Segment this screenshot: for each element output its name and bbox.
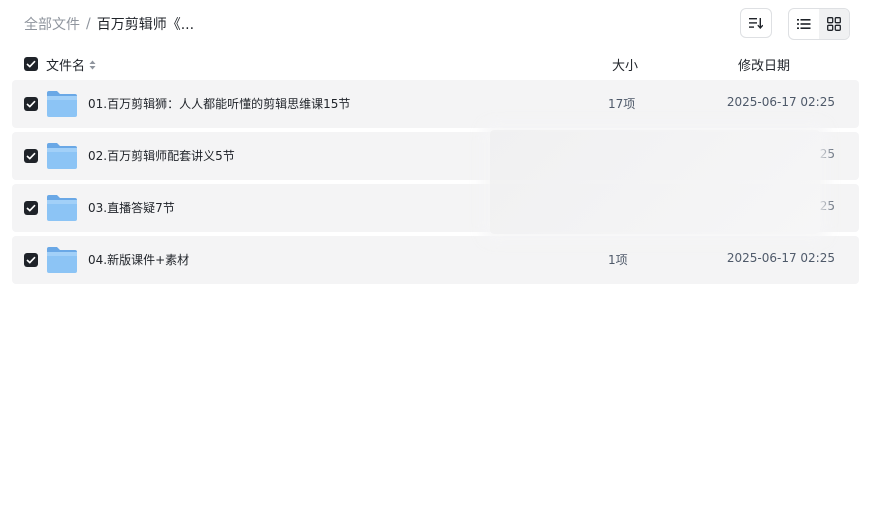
file-date: 2025-06-17 02:25 xyxy=(726,251,835,265)
view-toggle xyxy=(788,8,850,40)
file-date: 2025-06-17 02:25 xyxy=(726,95,835,109)
breadcrumb-root[interactable]: 全部文件 xyxy=(24,14,80,34)
check-icon xyxy=(26,152,36,160)
file-size: 17项 xyxy=(608,97,636,111)
sort-icon xyxy=(749,18,763,29)
file-row[interactable]: 01.百万剪辑狮：人人都能听懂的剪辑思维课15节 17项 2025-06-17 … xyxy=(12,80,859,128)
list-view-icon xyxy=(797,19,811,29)
file-date: 25 xyxy=(819,147,835,161)
row-checkbox[interactable] xyxy=(24,201,38,215)
file-size: 1项 xyxy=(608,253,628,267)
file-browser: 全部文件 / 百万剪辑师《... 文件名 大小 修改日期 01.百万剪辑狮：人人… xyxy=(0,0,874,514)
loading-overlay xyxy=(490,130,820,234)
file-name[interactable]: 03.直播答疑7节 xyxy=(88,199,175,216)
column-date-header[interactable]: 修改日期 xyxy=(738,55,790,74)
check-icon xyxy=(26,100,36,108)
folder-icon xyxy=(47,91,77,117)
check-icon xyxy=(26,60,36,68)
sort-button[interactable] xyxy=(740,8,772,38)
select-all-checkbox[interactable] xyxy=(24,57,38,71)
breadcrumb-separator: / xyxy=(86,16,91,32)
folder-icon xyxy=(47,247,77,273)
folder-icon xyxy=(47,195,77,221)
column-header: 文件名 大小 修改日期 xyxy=(12,52,859,76)
folder-icon xyxy=(47,143,77,169)
file-name[interactable]: 01.百万剪辑狮：人人都能听懂的剪辑思维课15节 xyxy=(88,95,350,112)
sort-arrows-icon xyxy=(89,60,96,70)
file-date: 25 xyxy=(819,199,835,213)
breadcrumb: 全部文件 / 百万剪辑师《... xyxy=(24,14,194,34)
file-name[interactable]: 04.新版课件+素材 xyxy=(88,251,189,268)
row-checkbox[interactable] xyxy=(24,149,38,163)
file-name[interactable]: 02.百万剪辑师配套讲义5节 xyxy=(88,147,235,164)
row-checkbox[interactable] xyxy=(24,253,38,267)
breadcrumb-current: 百万剪辑师《... xyxy=(96,17,195,33)
column-size-header[interactable]: 大小 xyxy=(612,55,638,74)
list-view-button[interactable] xyxy=(789,9,819,39)
check-icon xyxy=(26,256,36,264)
grid-view-button[interactable] xyxy=(819,9,849,39)
row-checkbox[interactable] xyxy=(24,97,38,111)
file-row[interactable]: 04.新版课件+素材 1项 2025-06-17 02:25 xyxy=(12,236,859,284)
column-name-header[interactable]: 文件名 xyxy=(46,55,96,74)
grid-view-icon xyxy=(827,17,841,31)
column-name-label: 文件名 xyxy=(46,59,86,74)
check-icon xyxy=(26,204,36,212)
